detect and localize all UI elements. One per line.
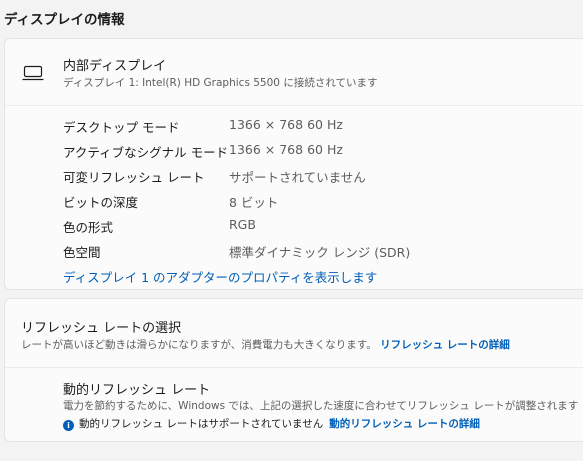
divider: [5, 367, 583, 368]
spec-value: 1366 × 768 60 Hz: [229, 142, 343, 157]
spec-label: デスクトップ モード: [63, 120, 180, 135]
monitor-icon: [22, 65, 44, 81]
spec-value: 8 ビット: [229, 195, 279, 210]
display-info-card: 内部ディスプレイ ディスプレイ 1: Intel(R) HD Graphics …: [4, 38, 583, 290]
refresh-rate-card: リフレッシュ レートの選択 レートが高いほど動きは滑らかになりますが、消費電力も…: [4, 298, 583, 442]
spec-row-color-space: 色空間 標準ダイナミック レンジ (SDR): [63, 242, 583, 262]
display-name: 内部ディスプレイ: [63, 59, 167, 74]
spec-value: 1366 × 768 60 Hz: [229, 117, 343, 132]
spec-label: 色の形式: [63, 220, 114, 235]
divider: [5, 105, 583, 106]
spec-label: アクティブなシグナル モード: [63, 145, 229, 160]
dynamic-refresh-description: 電力を節約するために、Windows では、上記の選択した速度に合わせてリフレッ…: [63, 400, 579, 412]
spec-label: ビットの深度: [63, 195, 139, 210]
spec-value: 標準ダイナミック レンジ (SDR): [229, 245, 411, 260]
spec-row-desktop-mode: デスクトップ モード 1366 × 768 60 Hz: [63, 117, 583, 137]
dynamic-refresh-details-link[interactable]: 動的リフレッシュ レートの詳細: [329, 418, 480, 430]
refresh-rate-description: レートが高いほど動きは滑らかになりますが、消費電力も大きくなります。 リフレッシ…: [21, 337, 510, 352]
dynamic-refresh-unsupported-text: 動的リフレッシュ レートはサポートされていません: [79, 418, 324, 430]
spec-label: 可変リフレッシュ レート: [63, 170, 205, 185]
adapter-properties-link[interactable]: ディスプレイ 1 のアダプターのプロパティを表示します: [63, 267, 377, 286]
display-header: 内部ディスプレイ ディスプレイ 1: Intel(R) HD Graphics …: [5, 39, 583, 105]
spec-row-variable-refresh: 可変リフレッシュ レート サポートされていません: [63, 167, 583, 187]
spec-row-bit-depth: ビットの深度 8 ビット: [63, 192, 583, 212]
spec-row-active-signal-mode: アクティブなシグナル モード 1366 × 768 60 Hz: [63, 142, 583, 162]
spec-row-color-format: 色の形式 RGB: [63, 217, 583, 237]
dynamic-refresh-note: i 動的リフレッシュ レートはサポートされていません 動的リフレッシュ レートの詳細: [63, 416, 480, 432]
spec-value: RGB: [229, 217, 256, 232]
refresh-rate-details-link[interactable]: リフレッシュ レートの詳細: [380, 339, 510, 351]
spec-value: サポートされていません: [229, 170, 366, 185]
page-title: ディスプレイの情報: [4, 12, 125, 28]
info-icon: i: [63, 420, 74, 431]
refresh-rate-title: リフレッシュ レートの選択: [21, 321, 182, 336]
display-connection: ディスプレイ 1: Intel(R) HD Graphics 5500 に接続さ…: [63, 77, 378, 89]
refresh-rate-description-text: レートが高いほど動きは滑らかになりますが、消費電力も大きくなります。: [21, 339, 377, 351]
display-info-page: ディスプレイの情報 内部ディスプレイ ディスプレイ 1: Intel(R) HD…: [0, 0, 583, 461]
dynamic-refresh-title: 動的リフレッシュ レート: [63, 383, 211, 398]
spec-label: 色空間: [63, 245, 101, 260]
